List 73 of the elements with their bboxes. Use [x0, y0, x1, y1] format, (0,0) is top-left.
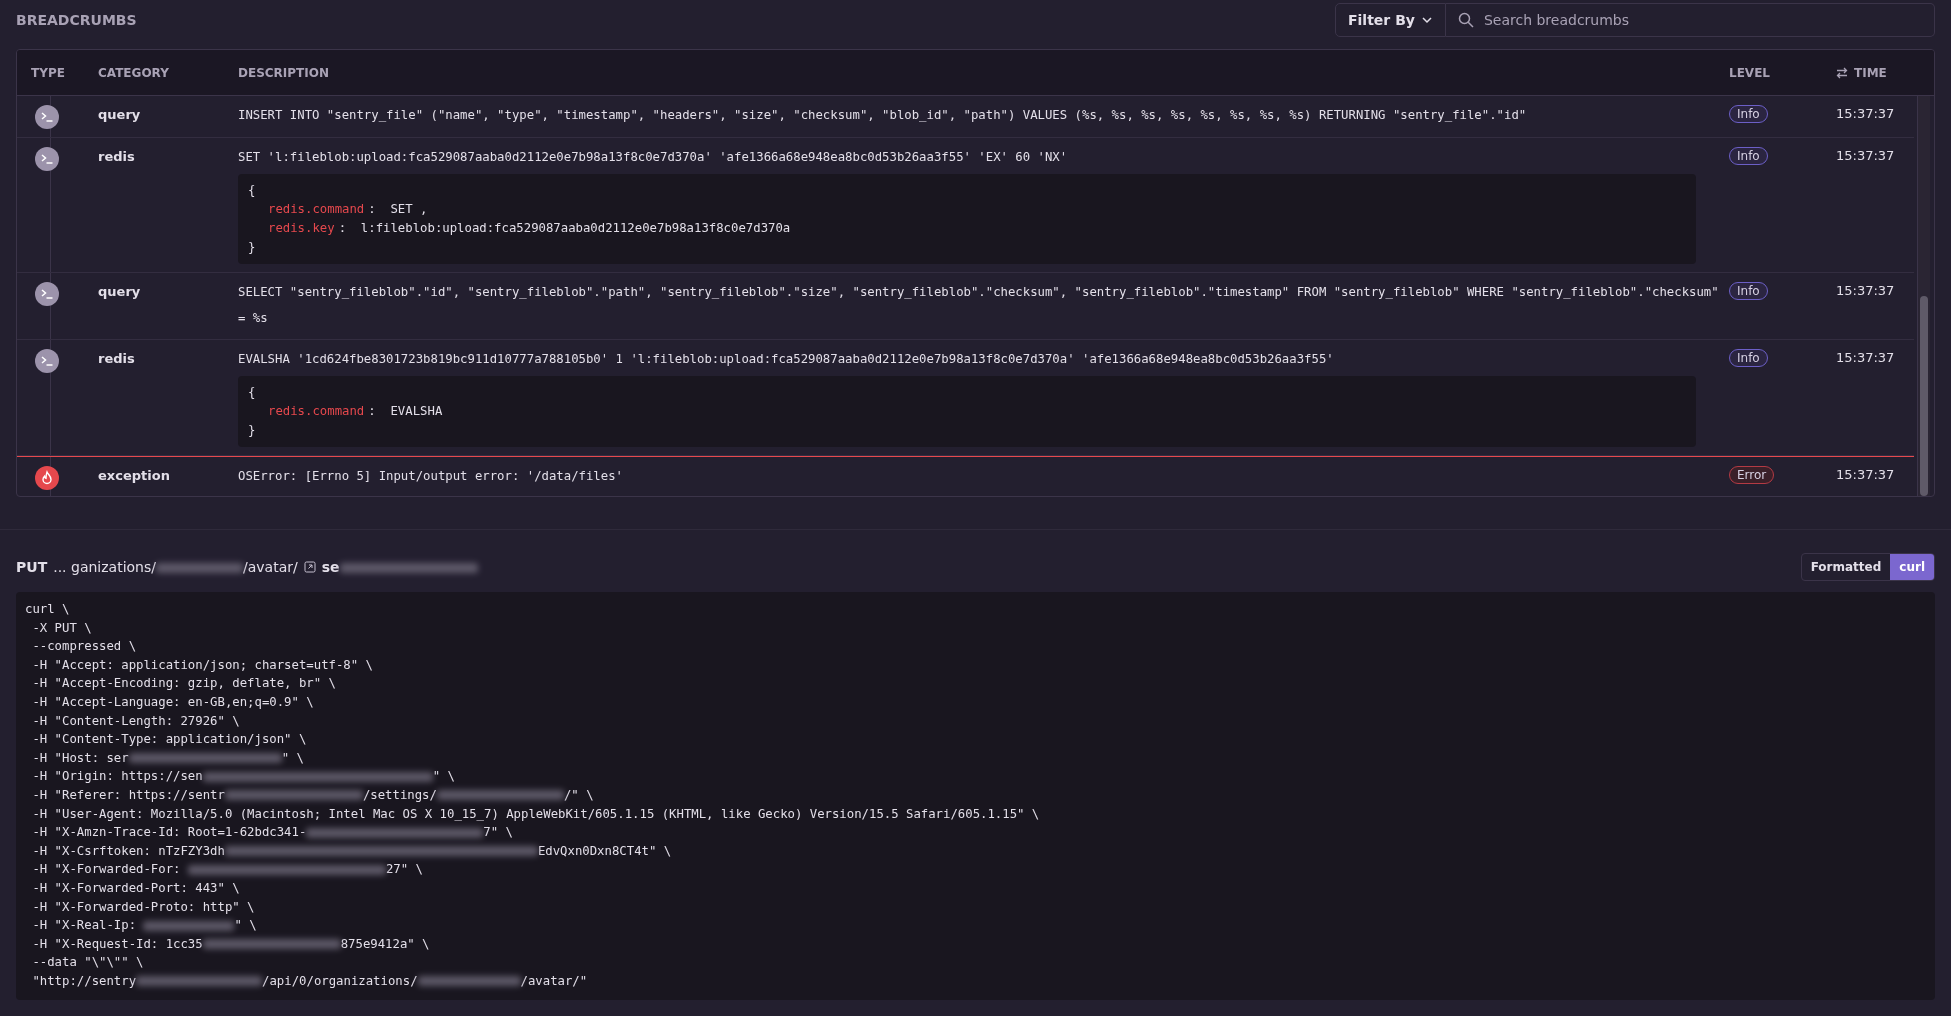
code-line: -X PUT \	[31, 619, 93, 637]
time-text: 15:37:37	[1836, 105, 1896, 123]
code-line: -H "X-Amzn-Trace-Id: Root=1-62bdc341- 7" \	[31, 824, 514, 842]
sort-icon	[1836, 66, 1848, 79]
code-line: -H "Referer: https://sentr /settings/ /" \	[31, 786, 595, 804]
category-text: redis	[98, 350, 136, 368]
code-line: --compressed \	[31, 638, 138, 656]
description-text: OSError: [Errno 5] Input/output error: '/data/files'	[238, 468, 624, 485]
description-text: SET 'l:fileblob:upload:fca529087aaba0d2112e0e7b98a13f8c0e7d370a' 'afe1366a68e948ea8bc0d53b26aa3f55' 'EX' 60 'NX'	[238, 149, 1069, 166]
search-icon	[1457, 12, 1474, 28]
level-badge: Error	[1729, 466, 1775, 484]
column-header: CATEGORY	[98, 65, 170, 80]
category-text: query	[98, 283, 142, 301]
data-key: redis.key	[268, 219, 335, 238]
code-line: -H "X-Forwarded-For: 27" \	[31, 861, 424, 879]
terminal-icon	[35, 105, 59, 129]
level-badge: Info	[1729, 105, 1768, 123]
filter-dropdown[interactable]: Filter By	[1335, 3, 1446, 37]
code-line: -H "Accept: application/json; charset=utf-8" \	[31, 656, 374, 674]
terminal-icon	[35, 147, 59, 171]
column-header: LEVEL	[1729, 65, 1771, 80]
description-text: INSERT INTO "sentry_file" ("name", "type", "timestamp", "headers", "size", "checksum", "blob_id", "path") VALUES (%s, %s, %s, %s, %s, %s, %s, %s) RETURNING "sentry_file"."id"	[238, 107, 1528, 124]
flame-icon	[35, 466, 59, 490]
code-line: "http://sentry /api/0/organizations/ /avatar/"	[31, 972, 589, 990]
search-field[interactable]: Search breadcrumbs	[1481, 11, 1922, 29]
code-line: -H "Accept-Encoding: gzip, deflate, br" \	[31, 675, 337, 693]
code-line: -H "X-Request-Id: 1cc35 875e9412a" \	[31, 935, 431, 953]
level-badge: Info	[1729, 349, 1768, 367]
code-line: -H "X-Real-Ip: " \	[31, 917, 258, 935]
category-text: query	[98, 106, 142, 124]
code-line: --data "\"\"" \	[31, 954, 145, 972]
level-badge: Info	[1729, 147, 1768, 165]
data-key: redis.command	[268, 402, 365, 421]
method-text: PUT	[16, 559, 48, 575]
column-header: DESCRIPTION	[238, 65, 330, 80]
code-line: -H "Content-Type: application/json" \	[31, 731, 308, 749]
time-text: 15:37:37	[1836, 147, 1896, 165]
description-text: SELECT "sentry_fileblob"."id", "sentry_fileblob"."path", "sentry_fileblob"."size", "sentry_fileblob"."checksum", "sentry_fileblob"."timestamp" FROM "sentry_fileblob" WHERE "sentry_fileblob"."checksum" = %s	[238, 284, 1720, 327]
category-text: redis	[98, 148, 136, 166]
code-line: -H "X-Forwarded-Proto: http" \	[31, 898, 256, 916]
data-block: { redis.command : SET , redis.key : l:fileblob:upload:fca529087aaba0d2112e0e7b98a13f8c0e7d370a }	[238, 174, 1696, 264]
time-text: 15:37:37	[1836, 349, 1896, 367]
time-text: 15:37:37	[1836, 282, 1896, 300]
code-line: -H "User-Agent: Mozilla/5.0 (Macintosh; Intel Mac OS X 10_15_7) AppleWebKit/605.1.15 (KHTML, like Gecko) Version/15.5 Safari/605.1.15" \	[31, 805, 1041, 823]
format-toggle[interactable]: Formatted	[1801, 554, 1891, 580]
time-text: 15:37:37	[1836, 466, 1896, 484]
terminal-icon	[35, 349, 59, 373]
data-value: : EVALSHA	[368, 403, 443, 420]
data-block: { redis.command : EVALSHA }	[238, 376, 1696, 447]
data-value: : SET ,	[368, 201, 428, 218]
level-badge: Info	[1729, 282, 1768, 300]
section-title: BREADCRUMBS	[16, 12, 137, 28]
terminal-icon	[35, 282, 59, 306]
description-text: EVALSHA '1cd624fbe8301723b819bc911d10777a788105b0' 1 'l:fileblob:upload:fca529087aaba0d2112e0e7b98a13f8c0e7d370a' 'afe1366a68e948ea8bc0d53b26aa3f55'	[238, 351, 1335, 368]
code-line: -H "Host: ser " \	[31, 749, 305, 767]
column-header: TIME	[1854, 65, 1887, 80]
code-line: -H "Accept-Language: en-GB,en;q=0.9" \	[31, 693, 315, 711]
chevron-down-icon	[1420, 14, 1433, 26]
format-toggle[interactable]: curl	[1890, 554, 1934, 580]
data-key: redis.command	[268, 200, 365, 219]
column-header: TYPE	[30, 65, 66, 80]
code-line: -H "X-Csrftoken: nTzFZY3dh EdvQxn0Dxn8CT4t" \	[31, 842, 673, 860]
external-link-icon	[303, 561, 316, 573]
scrollbar[interactable]	[1917, 96, 1930, 496]
code-line: -H "Content-Length: 27926" \	[31, 712, 241, 730]
category-text: exception	[98, 467, 171, 485]
code-line: curl \	[25, 601, 71, 618]
code-line: -H "Origin: https://sen " \	[31, 768, 456, 786]
host-text: se	[321, 559, 478, 575]
data-value: : l:fileblob:upload:fca529087aaba0d2112e0e7b98a13f8c0e7d370a	[338, 220, 791, 237]
url-text: ... ganizations/ /avatar/	[53, 559, 298, 575]
search-box[interactable]: Search breadcrumbs	[1445, 3, 1935, 37]
code-line: -H "X-Forwarded-Port: 443" \	[31, 879, 241, 897]
